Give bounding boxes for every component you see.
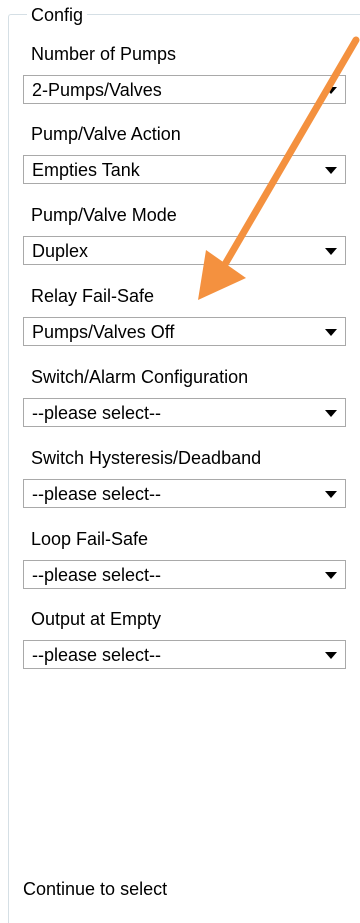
chevron-down-icon <box>325 652 337 659</box>
switch-alarm-configuration-select[interactable]: --please select-- <box>23 398 346 427</box>
loop-fail-safe-label: Loop Fail-Safe <box>31 529 149 549</box>
switch-hysteresis-deadband-select[interactable]: --please select-- <box>23 479 346 508</box>
pump-valve-mode-select[interactable]: Duplex <box>23 236 346 265</box>
switch-alarm-configuration-label: Switch/Alarm Configuration <box>31 367 249 387</box>
number-of-pumps-label: Number of Pumps <box>31 44 177 64</box>
chevron-down-icon <box>325 410 337 417</box>
loop-fail-safe-select[interactable]: --please select-- <box>23 560 346 589</box>
output-at-empty-label: Output at Empty <box>31 609 162 629</box>
switch-hysteresis-deadband-value: --please select-- <box>32 484 162 504</box>
pump-valve-mode-label: Pump/Valve Mode <box>31 205 177 225</box>
chevron-down-icon <box>325 329 337 336</box>
config-panel: Config Number of Pumps 2-Pumps/Valves Pu… <box>0 0 360 923</box>
relay-fail-safe-select[interactable]: Pumps/Valves Off <box>23 317 346 346</box>
number-of-pumps-value: 2-Pumps/Valves <box>32 80 162 100</box>
chevron-down-icon <box>325 248 337 255</box>
relay-fail-safe-value: Pumps/Valves Off <box>32 322 175 342</box>
chevron-down-icon <box>325 87 337 94</box>
output-at-empty-select[interactable]: --please select-- <box>23 640 346 669</box>
chevron-down-icon <box>325 572 337 579</box>
pump-valve-action-label: Pump/Valve Action <box>31 124 181 144</box>
chevron-down-icon <box>325 167 337 174</box>
continue-to-select-text: Continue to select <box>23 879 168 899</box>
switch-hysteresis-deadband-label: Switch Hysteresis/Deadband <box>31 448 262 468</box>
groupbox-legend: Config <box>27 4 88 26</box>
relay-fail-safe-label: Relay Fail-Safe <box>31 286 155 306</box>
output-at-empty-value: --please select-- <box>32 645 162 665</box>
pump-valve-mode-value: Duplex <box>32 241 89 261</box>
switch-alarm-configuration-value: --please select-- <box>32 403 162 423</box>
chevron-down-icon <box>325 491 337 498</box>
loop-fail-safe-value: --please select-- <box>32 565 162 585</box>
pump-valve-action-select[interactable]: Empties Tank <box>23 155 346 184</box>
pump-valve-action-value: Empties Tank <box>32 160 140 180</box>
number-of-pumps-select[interactable]: 2-Pumps/Valves <box>23 75 346 104</box>
